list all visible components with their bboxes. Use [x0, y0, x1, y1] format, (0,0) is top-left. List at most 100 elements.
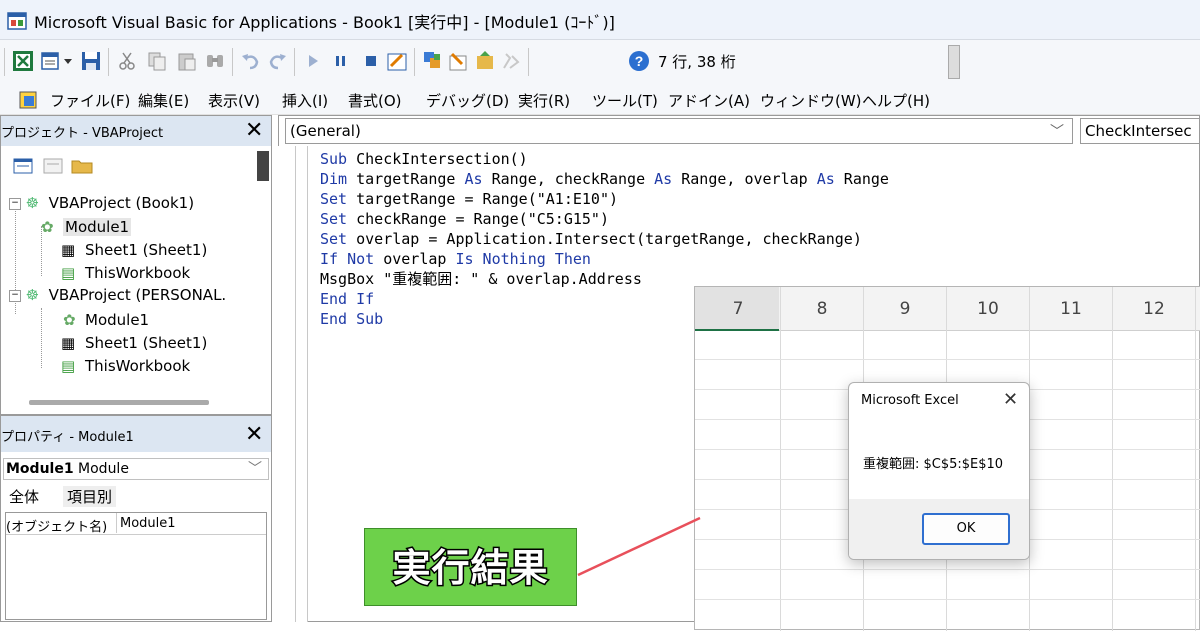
stop-icon[interactable] [360, 50, 382, 72]
column-header-row: 7 8 9 10 11 12 [695, 287, 1200, 331]
collapse-icon[interactable]: − [9, 289, 21, 302]
svg-text:?: ? [635, 53, 644, 69]
dialog-title: Microsoft Excel [861, 393, 959, 408]
view-code-icon[interactable] [13, 158, 33, 174]
project-explorer-title: プロジェクト - VBAProject [1, 126, 164, 141]
collapse-icon[interactable]: − [9, 197, 21, 210]
menu-help[interactable]: ヘルプ(H) [862, 90, 930, 111]
tab-all[interactable]: 全体 [5, 486, 44, 507]
code-margin [278, 146, 308, 622]
tree-item-module1[interactable]: ✿ Module1 [41, 218, 132, 236]
tree-item-label: Sheet1 (Sheet1) [85, 334, 208, 352]
toolbar-separator [528, 48, 529, 76]
menu-run[interactable]: 実行(R) [518, 90, 570, 111]
object-selector[interactable]: Module1 Module ﹀ [3, 458, 269, 480]
annotation-connector [577, 516, 701, 577]
menu-debug[interactable]: デバッグ(D) [426, 90, 509, 111]
insert-module-icon[interactable] [40, 50, 62, 72]
column-header[interactable]: 10 [947, 299, 1029, 319]
toggle-folders-icon[interactable] [71, 158, 93, 174]
tab-categorized[interactable]: 項目別 [63, 486, 117, 507]
properties-window-icon[interactable] [448, 50, 470, 72]
toolbar-separator [414, 48, 415, 76]
run-icon[interactable] [302, 50, 324, 72]
save-icon[interactable] [80, 50, 102, 72]
tree-item-sheet1[interactable]: ▦ Sheet1 (Sheet1) [61, 241, 207, 259]
code-line[interactable]: Dim targetRange As Range, checkRange As … [320, 170, 889, 188]
column-header[interactable]: 9 [864, 299, 946, 319]
procedure-combobox[interactable]: CheckIntersec [1080, 118, 1200, 144]
toolbox-icon[interactable] [500, 50, 522, 72]
view-object-icon[interactable] [43, 158, 63, 174]
close-icon[interactable]: ✕ [245, 120, 263, 142]
ok-button[interactable]: OK [922, 513, 1010, 545]
column-header[interactable]: 7 [697, 299, 779, 319]
grid-line [695, 359, 1200, 360]
grid-line [1195, 287, 1196, 631]
tree-item-thisworkbook[interactable]: ▤ ThisWorkbook [61, 357, 191, 375]
menu-file[interactable]: ファイル(F) [50, 90, 130, 111]
standard-toolbar: ? [0, 40, 1200, 85]
properties-header: プロパティ - Module1 ✕ [1, 416, 271, 452]
menu-format[interactable]: 書式(O) [348, 90, 402, 111]
tree-item-label: Module1 [85, 311, 150, 329]
redo-icon[interactable] [266, 50, 288, 72]
scrollbar-thumb[interactable] [257, 151, 269, 181]
column-header[interactable]: 8 [781, 299, 863, 319]
code-line[interactable]: Sub CheckIntersection() [320, 150, 528, 168]
code-line[interactable]: Set checkRange = Range("C5:G15") [320, 210, 609, 228]
code-line[interactable]: Set overlap = Application.Intersect(targ… [320, 230, 862, 248]
code-line[interactable]: If Not overlap Is Nothing Then [320, 250, 591, 268]
code-line[interactable]: End If [320, 290, 374, 308]
code-line[interactable]: Set targetRange = Range("A1:E10") [320, 190, 618, 208]
module-icon: ✿ [41, 218, 54, 236]
tree-item-vbaproject-book1[interactable]: − ☸ VBAProject (Book1) [9, 194, 194, 212]
workbook-icon: ▤ [61, 357, 76, 375]
close-icon[interactable]: ✕ [1003, 389, 1018, 410]
menu-insert[interactable]: 挿入(I) [282, 90, 328, 111]
dropdown-arrow-icon[interactable] [62, 50, 74, 72]
properties-title: プロパティ - Module1 [1, 430, 134, 445]
object-combobox[interactable]: (General) ﹀ [285, 118, 1073, 144]
close-icon[interactable]: ✕ [245, 424, 263, 446]
object-combo-value: (General) [290, 122, 361, 140]
menu-window[interactable]: ウィンドウ(W) [760, 90, 862, 111]
object-name: Module1 [6, 461, 74, 477]
tree-item-module1[interactable]: ✿ Module1 [63, 311, 150, 329]
property-row[interactable]: (オブジェクト名) Module1 [6, 513, 266, 535]
property-grid: (オブジェクト名) Module1 [5, 512, 267, 620]
tree-item-label: VBAProject (Book1) [48, 194, 195, 212]
object-browser-icon[interactable] [474, 50, 496, 72]
sheet-icon: ▦ [61, 241, 76, 259]
column-header[interactable]: 12 [1113, 299, 1195, 319]
cursor-position: 7 行, 38 桁 [658, 53, 736, 71]
undo-icon[interactable] [240, 50, 262, 72]
design-mode-icon[interactable] [386, 50, 408, 72]
horizontal-scrollbar[interactable] [29, 400, 209, 405]
pause-icon[interactable] [330, 50, 352, 72]
code-line[interactable]: End Sub [320, 310, 383, 328]
properties-window: プロパティ - Module1 ✕ Module1 Module ﹀ 全体 項目… [0, 415, 272, 622]
project-explorer-icon[interactable] [422, 50, 444, 72]
menu-view[interactable]: 表示(V) [208, 90, 260, 111]
column-header[interactable]: 11 [1030, 299, 1112, 319]
menu-addins[interactable]: アドイン(A) [668, 90, 750, 111]
grid-line [1112, 287, 1113, 631]
procedure-combo-value: CheckIntersec [1085, 122, 1192, 140]
help-icon[interactable]: ? [628, 50, 650, 72]
view-excel-icon[interactable] [12, 50, 34, 72]
vba-app-icon [7, 12, 27, 30]
tree-item-label: ThisWorkbook [85, 357, 191, 375]
tree-item-sheet1[interactable]: ▦ Sheet1 (Sheet1) [61, 334, 208, 352]
menu-tools[interactable]: ツール(T) [592, 90, 658, 111]
paste-icon[interactable] [176, 50, 198, 72]
cut-icon[interactable] [116, 50, 138, 72]
tree-item-vbaproject-personal[interactable]: − ☸ VBAProject (PERSONAL. [9, 286, 226, 304]
tree-line [41, 308, 42, 368]
menu-edit[interactable]: 編集(E) [138, 90, 189, 111]
find-icon[interactable] [204, 50, 226, 72]
tree-item-thisworkbook[interactable]: ▤ ThisWorkbook [61, 264, 190, 282]
copy-icon[interactable] [146, 50, 168, 72]
code-line[interactable]: MsgBox "重複範囲: " & overlap.Address [320, 270, 642, 288]
toolbar-overflow-button[interactable] [948, 45, 960, 79]
